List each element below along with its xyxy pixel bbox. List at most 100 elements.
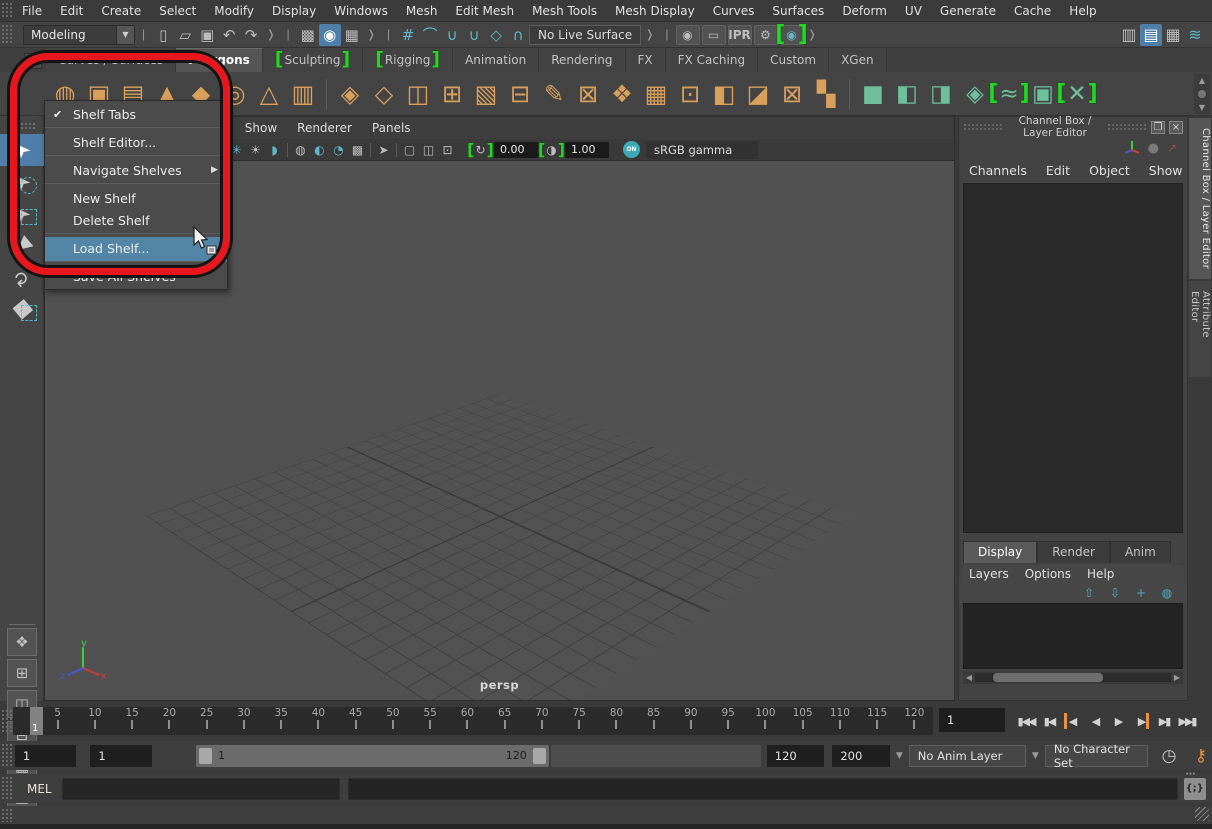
menu-item[interactable]: Edit Mesh bbox=[446, 1, 523, 21]
scroll-right-icon[interactable]: ▶ bbox=[1171, 673, 1183, 682]
statusline-drag-handle[interactable] bbox=[1, 24, 12, 45]
rotate-tool[interactable]: ↻ bbox=[0, 262, 44, 294]
layer-list-scrollbar[interactable]: ◀ ▶ bbox=[963, 671, 1183, 684]
gamma-icon[interactable]: ◑ bbox=[542, 141, 561, 159]
render-view-icon[interactable]: ◉ bbox=[676, 25, 700, 45]
shelf-tab[interactable]: FX bbox=[626, 48, 666, 72]
animation-preferences-icon[interactable]: ◷ bbox=[1158, 745, 1180, 767]
rangebar-drag-handle[interactable] bbox=[1, 743, 12, 768]
current-time-field[interactable]: 1 bbox=[939, 708, 1005, 732]
context-menu-item[interactable]: Save All Shelves bbox=[45, 265, 227, 287]
play-backwards-button[interactable]: ◀ bbox=[1084, 709, 1106, 733]
motion-blur-icon[interactable]: ◐ bbox=[310, 141, 329, 159]
smooth-mesh-icon[interactable]: ▧ bbox=[469, 77, 503, 111]
section-collapser[interactable]: ❘ bbox=[279, 28, 296, 41]
toolbox-drag-handle[interactable] bbox=[8, 122, 35, 130]
scroll-up-icon[interactable]: ▲ bbox=[1199, 76, 1205, 85]
shelf-tab[interactable]: Sculpting bbox=[263, 48, 363, 72]
layer-editor-menu-item[interactable]: Layers bbox=[969, 567, 1009, 581]
range-slider[interactable]: 1 120 bbox=[196, 745, 549, 767]
context-menu-item[interactable]: New Shelf bbox=[45, 187, 227, 209]
play-forwards-button[interactable]: ▶ bbox=[1107, 709, 1129, 733]
section-collapser[interactable]: ❘ bbox=[135, 28, 152, 41]
panel-drag-handle[interactable] bbox=[963, 123, 1003, 131]
panel-menu-item[interactable]: Panels bbox=[362, 118, 421, 138]
section-collapser[interactable]: ❘ bbox=[658, 28, 675, 41]
context-menu-item[interactable]: Navigate Shelves bbox=[45, 159, 227, 184]
gate-mask-icon[interactable]: ⊡ bbox=[438, 141, 457, 159]
exposure-field[interactable]: 0.00 bbox=[494, 142, 538, 158]
ipr-render-icon[interactable]: IPR bbox=[728, 25, 752, 45]
menu-item[interactable]: File bbox=[13, 1, 51, 21]
playback-start-field[interactable]: 1 bbox=[90, 745, 152, 767]
manip-default-icon[interactable]: ● bbox=[1148, 141, 1159, 156]
time-slider[interactable]: 1 5 10 15 20 25 30 35 40 45 50 55 60 65 bbox=[13, 707, 933, 735]
context-menu-item[interactable]: Delete Shelf bbox=[45, 209, 227, 234]
auto-keyframe-toggle-icon[interactable]: ⚷ bbox=[1190, 745, 1212, 767]
shadows-icon[interactable]: ◗ bbox=[265, 141, 284, 159]
menu-item[interactable]: Create bbox=[92, 1, 150, 21]
occlusion-icon[interactable]: ◍ bbox=[291, 141, 310, 159]
make-live-icon[interactable]: ◇ bbox=[485, 24, 507, 46]
channel-list-empty[interactable] bbox=[963, 183, 1183, 533]
bridge-icon[interactable]: ▦ bbox=[639, 77, 673, 111]
commandline-drag-handle[interactable] bbox=[1, 776, 12, 801]
menu-item[interactable]: Mesh bbox=[397, 1, 447, 21]
new-layer-from-selected-icon[interactable]: ◍ bbox=[1157, 585, 1177, 601]
gamma-mode-label[interactable]: sRGB gamma bbox=[646, 141, 758, 159]
go-to-end-button[interactable]: ▶▶▮ bbox=[1176, 709, 1198, 733]
section-collapser[interactable]: ❭ bbox=[363, 28, 380, 41]
step-back-button[interactable]: ◀ bbox=[1061, 709, 1083, 733]
animation-start-field[interactable]: 1 bbox=[15, 745, 77, 767]
tool-settings-toggle[interactable]: ▦ bbox=[1162, 24, 1184, 46]
channel-box-menu-item[interactable]: Channels bbox=[969, 161, 1038, 180]
shelf-tab[interactable]: Animation bbox=[453, 48, 539, 72]
extrude-icon[interactable]: ⊠ bbox=[571, 77, 605, 111]
menu-item[interactable]: Modify bbox=[205, 1, 263, 21]
playback-end-field[interactable]: 120 bbox=[767, 745, 825, 767]
new-scene-icon[interactable]: ▯ bbox=[152, 24, 174, 46]
layout-four-pane-button[interactable]: ⊞ bbox=[7, 659, 37, 687]
grab-sculpt-icon[interactable]: ◈ bbox=[958, 77, 992, 111]
scale-tool[interactable]: ■ bbox=[0, 294, 44, 326]
shelf-scrollbar[interactable]: ▲ ▼ bbox=[1194, 74, 1210, 114]
menu-item[interactable]: Deform bbox=[833, 1, 896, 21]
float-panel-button[interactable]: ❐ bbox=[1151, 121, 1165, 134]
range-start-handle[interactable] bbox=[199, 748, 212, 764]
menu-item[interactable]: Mesh Tools bbox=[523, 1, 606, 21]
shelf-tab[interactable]: Curves / Surfaces bbox=[46, 48, 176, 72]
layer-editor-tab[interactable]: Display bbox=[963, 541, 1037, 563]
light-editor-icon[interactable]: ◉ bbox=[780, 25, 804, 45]
menu-item[interactable]: Help bbox=[1060, 1, 1105, 21]
boolean-difference-icon[interactable]: ◇ bbox=[367, 77, 401, 111]
context-menu-item[interactable]: Shelf Tabs bbox=[45, 103, 227, 128]
field-chart-icon[interactable]: ▢ bbox=[400, 141, 419, 159]
menu-set-dropdown[interactable]: Modeling ▼ bbox=[23, 25, 135, 45]
layer-editor-tab[interactable]: Render bbox=[1037, 541, 1110, 563]
shelf-tab[interactable]: Rendering bbox=[539, 48, 625, 72]
layer-list-empty[interactable] bbox=[963, 603, 1183, 669]
step-forward-button[interactable]: ▶ bbox=[1130, 709, 1152, 733]
open-scene-icon[interactable]: ▱ bbox=[174, 24, 196, 46]
offset-edge-loop-icon[interactable]: ◪ bbox=[741, 77, 775, 111]
snap-view-plane-icon[interactable]: ∩ bbox=[507, 24, 529, 46]
move-layer-down-icon[interactable]: ⇩ bbox=[1105, 585, 1125, 601]
shelf-tab[interactable]: Custom bbox=[758, 48, 829, 72]
save-scene-icon[interactable]: ▣ bbox=[196, 24, 218, 46]
select-hierarchy-icon[interactable]: ▩ bbox=[297, 24, 319, 46]
edit-edge-flow-icon[interactable]: ⊡ bbox=[673, 77, 707, 111]
menu-item[interactable]: UV bbox=[896, 1, 931, 21]
panel-drag-handle[interactable] bbox=[1107, 123, 1147, 131]
gamma-field[interactable]: 1.00 bbox=[565, 142, 609, 158]
context-menu-item[interactable]: Shelf Editor... bbox=[45, 131, 227, 156]
tab-channel-box[interactable]: Channel Box / Layer Editor bbox=[1189, 118, 1211, 279]
render-settings-icon[interactable]: ⚙ bbox=[754, 25, 778, 45]
scroll-left-icon[interactable]: ◀ bbox=[963, 673, 975, 682]
shelf-tab[interactable]: Rigging bbox=[363, 48, 453, 72]
chevron-down-icon[interactable]: ▼ bbox=[896, 751, 903, 761]
live-surface-field[interactable]: No Live Surface bbox=[529, 25, 641, 45]
boolean-union-icon[interactable]: ◈ bbox=[333, 77, 367, 111]
go-to-start-button[interactable]: ▮◀◀ bbox=[1015, 709, 1037, 733]
command-input-field[interactable] bbox=[62, 778, 340, 800]
scroll-thumb[interactable] bbox=[993, 673, 1103, 682]
